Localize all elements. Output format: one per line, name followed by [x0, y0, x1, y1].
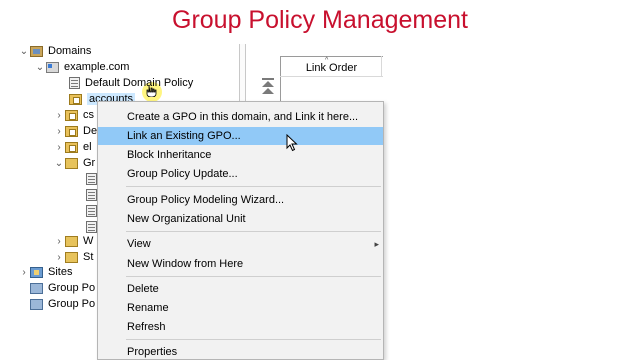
menu-item-delete[interactable]: Delete: [98, 280, 383, 298]
menu-item-view[interactable]: View ▸: [98, 235, 383, 253]
organizational-unit-icon: [69, 93, 82, 105]
tree-node-label: Default Domain Policy: [85, 77, 194, 89]
folder-icon: [65, 157, 78, 169]
menu-item-create-gpo[interactable]: Create a GPO in this domain, and Link it…: [98, 108, 383, 126]
expand-chevron-icon[interactable]: ›: [53, 236, 65, 247]
gpo-icon: [86, 221, 97, 233]
arrow-up-icon: [262, 88, 274, 94]
menu-separator: [126, 231, 381, 232]
move-link-up-button[interactable]: [262, 78, 274, 94]
menu-item-label: View: [127, 238, 151, 250]
move-to-top-icon: [262, 78, 274, 80]
menu-item-properties[interactable]: Properties: [98, 343, 383, 360]
tree-node-label: el: [83, 141, 92, 153]
menu-item-block-inheritance[interactable]: Block Inheritance: [98, 146, 383, 164]
tree-node-child[interactable]: › W: [53, 233, 93, 249]
results-icon: [30, 298, 43, 310]
menu-separator: [126, 339, 381, 340]
collapse-chevron-icon[interactable]: ⌄: [18, 46, 30, 57]
menu-item-group-policy-update[interactable]: Group Policy Update...: [98, 165, 383, 183]
menu-separator: [126, 186, 381, 187]
tree-node-group-policy-results[interactable]: Group Po: [30, 296, 95, 312]
collapse-chevron-icon[interactable]: ⌄: [53, 158, 65, 169]
tree-node-domains[interactable]: ⌄ Domains: [18, 43, 92, 59]
menu-item-refresh[interactable]: Refresh: [98, 318, 383, 336]
forest-icon: [30, 45, 43, 57]
tree-node-child[interactable]: ⌄ Gr: [53, 155, 95, 171]
domain-icon: [46, 61, 59, 73]
menu-item-new-window[interactable]: New Window from Here: [98, 255, 383, 273]
organizational-unit-icon: [65, 109, 78, 121]
organizational-unit-icon: [65, 125, 78, 137]
tree-node-label: St: [83, 251, 94, 263]
tree-node-child[interactable]: › cs: [53, 107, 94, 123]
tree-node-label: example.com: [64, 61, 130, 73]
expand-chevron-icon[interactable]: ›: [53, 252, 65, 263]
organizational-unit-icon: [65, 141, 78, 153]
tree-node-label: Group Po: [48, 298, 96, 310]
tree-node-label: De: [83, 125, 98, 137]
collapse-chevron-icon[interactable]: ⌄: [34, 62, 46, 73]
modeling-icon: [30, 282, 43, 294]
tree-node-domain[interactable]: ⌄ example.com: [34, 59, 130, 75]
menu-item-new-organizational-unit[interactable]: New Organizational Unit: [98, 210, 383, 228]
gpo-icon: [86, 189, 97, 201]
tree-node-sites[interactable]: › Sites: [18, 264, 72, 280]
folder-icon: [65, 235, 78, 247]
tree-node-label: Domains: [48, 45, 92, 57]
context-menu: Create a GPO in this domain, and Link it…: [97, 101, 384, 360]
tree-node-label: Group Po: [48, 282, 96, 294]
expand-chevron-icon[interactable]: ›: [53, 110, 65, 121]
presentation-title: Group Policy Management: [172, 6, 468, 34]
gpo-link-icon: [69, 77, 80, 89]
expand-chevron-icon[interactable]: ›: [53, 126, 65, 137]
tree-node-label: Sites: [48, 266, 73, 278]
chevron-right-icon: ▸: [374, 239, 379, 249]
menu-item-link-existing-gpo[interactable]: Link an Existing GPO...: [98, 127, 383, 145]
gpo-icon: [86, 205, 97, 217]
sites-icon: [30, 266, 43, 278]
tree-node-child[interactable]: › De: [53, 123, 97, 139]
menu-separator: [126, 276, 381, 277]
expand-chevron-icon[interactable]: ›: [53, 142, 65, 153]
gpo-icon: [86, 173, 97, 185]
column-header-link-order[interactable]: Link Order: [280, 56, 383, 77]
tree-node-group-policy-modeling[interactable]: Group Po: [30, 280, 95, 296]
menu-item-rename[interactable]: Rename: [98, 299, 383, 317]
column-divider[interactable]: [381, 56, 382, 77]
folder-icon: [65, 251, 78, 263]
tree-node-label: Gr: [83, 157, 96, 169]
tree-node-default-domain-policy[interactable]: Default Domain Policy: [69, 75, 193, 91]
tree-node-child[interactable]: › el: [53, 139, 92, 155]
arrow-up-icon: [262, 81, 274, 87]
tree-node-child[interactable]: › St: [53, 249, 93, 265]
expand-chevron-icon[interactable]: ›: [18, 267, 30, 278]
tree-node-label: W: [83, 235, 94, 247]
menu-item-modeling-wizard[interactable]: Group Policy Modeling Wizard...: [98, 191, 383, 209]
tree-node-label: cs: [83, 109, 94, 121]
arrow-pointer-icon: [286, 133, 298, 157]
